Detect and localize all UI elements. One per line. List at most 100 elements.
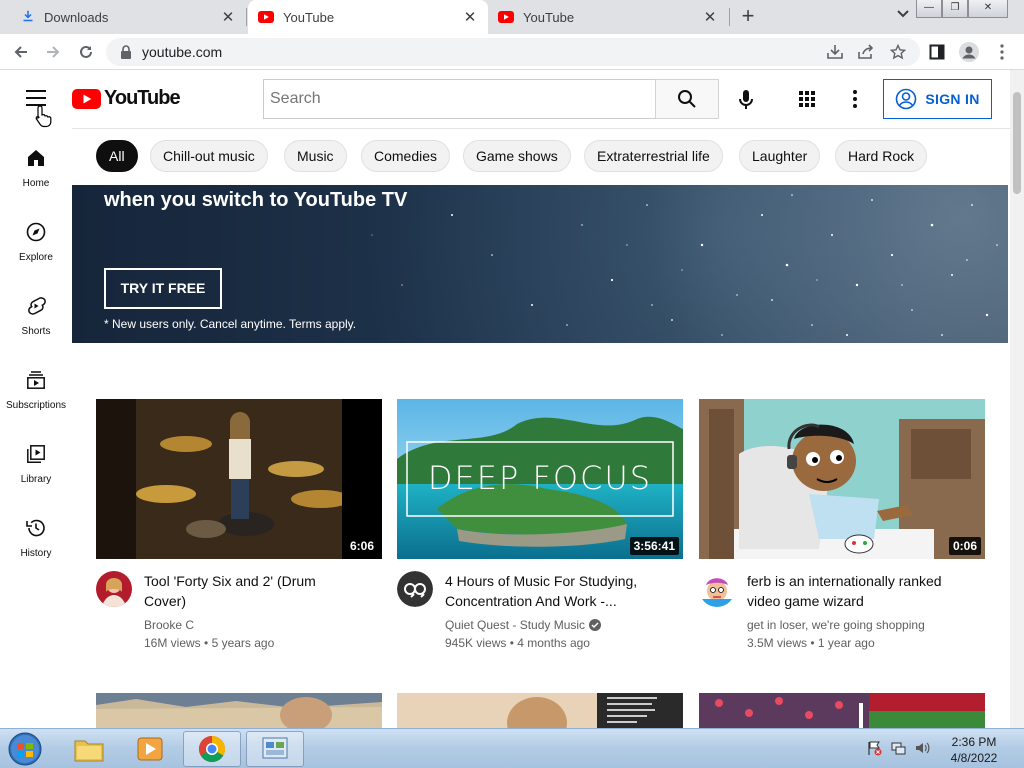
- channel-name[interactable]: Brooke C: [144, 618, 194, 632]
- youtube-logo[interactable]: YouTube: [72, 87, 181, 110]
- channel-name[interactable]: Quiet Quest - Study Music: [445, 618, 602, 632]
- channel-avatar[interactable]: [699, 571, 735, 607]
- video-thumbnail[interactable]: [397, 693, 683, 729]
- address-bar[interactable]: youtube.com: [106, 38, 920, 66]
- chip-bar: All Chill-out music Music Comedies Game …: [72, 128, 1010, 184]
- action-center-flag-icon[interactable]: [866, 740, 882, 756]
- rail-item-explore[interactable]: Explore: [0, 202, 72, 276]
- forward-button[interactable]: [42, 41, 64, 63]
- browser-menu-button[interactable]: [991, 41, 1013, 63]
- chip-game-shows[interactable]: Game shows: [463, 140, 571, 172]
- back-button[interactable]: [10, 41, 32, 63]
- close-tab-icon[interactable]: ✕: [702, 8, 718, 26]
- search-button[interactable]: [655, 79, 719, 119]
- reload-button[interactable]: [75, 41, 97, 63]
- voice-search-button[interactable]: [732, 87, 760, 113]
- channel-avatar-image: [96, 571, 132, 607]
- search-input[interactable]: [264, 80, 656, 118]
- youtube-favicon-icon: [498, 11, 514, 23]
- tab-separator: [729, 8, 730, 26]
- tab-youtube-active[interactable]: YouTube ✕: [248, 0, 488, 34]
- tab-youtube[interactable]: YouTube ✕: [488, 0, 728, 34]
- taskbar-file-explorer[interactable]: [60, 731, 118, 767]
- restore-button[interactable]: ❐: [942, 0, 968, 18]
- reload-icon: [80, 45, 92, 58]
- chip-chill-out-music[interactable]: Chill-out music: [150, 140, 268, 172]
- profile-button[interactable]: [958, 41, 980, 63]
- install-icon: [827, 45, 843, 59]
- music-list-thumbnail-image: [397, 693, 683, 729]
- channel-avatar[interactable]: [96, 571, 132, 607]
- taskbar-chrome[interactable]: [183, 731, 241, 767]
- view-count: 16M views: [144, 636, 201, 650]
- video-thumbnail[interactable]: DEEP FOCUS 3:56:41: [397, 399, 683, 559]
- page-scrollbar[interactable]: [1010, 70, 1024, 728]
- video-title[interactable]: ferb is an internationally ranked video …: [747, 571, 985, 611]
- sign-in-button[interactable]: SIGN IN: [883, 79, 992, 119]
- settings-menu-button[interactable]: [843, 87, 867, 111]
- taskbar-clock[interactable]: 2:36 PM 4/8/2022: [944, 734, 1004, 766]
- rail-item-shorts[interactable]: Shorts: [0, 276, 72, 350]
- side-panel-button[interactable]: [926, 41, 948, 63]
- video-card[interactable]: 0:06 ferb is an internationally ranked v…: [699, 399, 985, 650]
- video-title[interactable]: 4 Hours of Music For Studying, Concentra…: [445, 571, 683, 611]
- chip-hard-rock[interactable]: Hard Rock: [835, 140, 928, 172]
- video-thumbnail[interactable]: 6:06: [96, 399, 382, 559]
- install-app-button[interactable]: [824, 41, 846, 63]
- media-player-icon: [137, 737, 163, 761]
- thumbnail-overlay-text: DEEP FOCUS: [427, 459, 653, 497]
- video-card[interactable]: DEEP FOCUS 3:56:41 4 Hours of Music For …: [397, 399, 683, 650]
- rail-item-history[interactable]: History: [0, 498, 72, 572]
- rail-label: Explore: [19, 252, 53, 263]
- taskbar-media-player[interactable]: [121, 731, 179, 767]
- video-title-line: Concentration And Work -...: [445, 593, 617, 609]
- video-thumbnail[interactable]: 0:06: [699, 399, 985, 559]
- volume-icon[interactable]: [914, 740, 930, 756]
- try-it-free-button[interactable]: TRY IT FREE: [104, 268, 222, 309]
- folder-icon: [74, 740, 104, 762]
- chip-comedies[interactable]: Comedies: [361, 140, 451, 172]
- subscriptions-icon: [27, 371, 45, 389]
- profile-avatar-icon: [959, 42, 979, 62]
- close-window-button[interactable]: ✕: [968, 0, 1008, 18]
- video-card[interactable]: 6:06 Tool 'Forty Six and 2' (Drum Cover)…: [96, 399, 382, 650]
- video-title-line: Tool 'Forty Six and 2' (Drum: [144, 573, 316, 589]
- bookmark-button[interactable]: [887, 41, 909, 63]
- video-thumbnail[interactable]: [96, 693, 382, 729]
- clock-date: 4/8/2022: [950, 751, 998, 765]
- view-count: 3.5M views: [747, 636, 808, 650]
- channel-avatar[interactable]: [397, 571, 433, 607]
- rail-item-subscriptions[interactable]: Subscriptions: [0, 350, 72, 424]
- system-tray: [866, 740, 930, 756]
- tab-downloads[interactable]: Downloads ✕: [0, 0, 246, 34]
- channel-name[interactable]: get in loser, we're going shopping: [747, 618, 925, 632]
- rail-item-home[interactable]: Home: [0, 128, 72, 202]
- scrollbar-thumb[interactable]: [1013, 92, 1021, 194]
- apps-grid-icon: [799, 91, 815, 107]
- youtube-apps-button[interactable]: [795, 87, 819, 111]
- minimize-button[interactable]: —: [916, 0, 942, 18]
- video-title[interactable]: Tool 'Forty Six and 2' (Drum Cover): [144, 571, 382, 611]
- chrome-icon: [198, 735, 226, 763]
- new-tab-button[interactable]: +: [736, 5, 760, 29]
- chip-music[interactable]: Music: [284, 140, 347, 172]
- shorts-icon: [28, 297, 46, 315]
- stadium-thumbnail-image: [699, 693, 985, 729]
- channel-name-text: get in loser, we're going shopping: [747, 618, 925, 632]
- library-icon: [27, 445, 45, 463]
- close-tab-icon[interactable]: ✕: [220, 8, 236, 26]
- network-icon[interactable]: [890, 740, 906, 756]
- taskbar-control-panel[interactable]: [246, 731, 304, 767]
- rail-item-library[interactable]: Library: [0, 424, 72, 498]
- history-icon: [26, 519, 45, 537]
- close-tab-icon[interactable]: ✕: [462, 8, 478, 26]
- video-thumbnail[interactable]: [699, 693, 985, 729]
- upload-age: 5 years ago: [211, 636, 275, 650]
- chip-laughter[interactable]: Laughter: [739, 140, 821, 172]
- windows-start-button[interactable]: [6, 731, 44, 767]
- chip-extraterrestrial-life[interactable]: Extraterrestrial life: [584, 140, 723, 172]
- promo-fine-print: * New users only. Cancel anytime. Terms …: [104, 317, 357, 331]
- tab-search-chevron-icon[interactable]: [896, 8, 910, 22]
- share-button[interactable]: [855, 41, 877, 63]
- chip-all[interactable]: All: [96, 140, 138, 172]
